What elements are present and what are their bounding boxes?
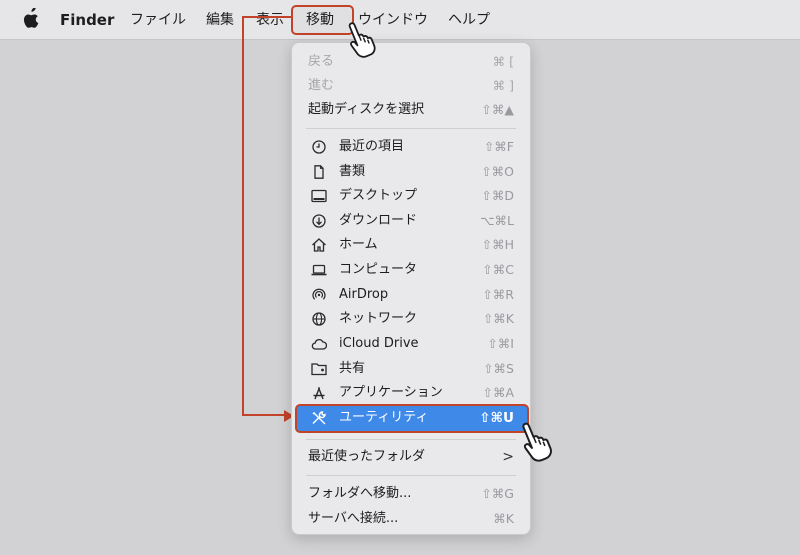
clock-icon [312,140,326,154]
shortcut: ⇧⌘H [481,237,514,252]
menu-item-forward: 進む ⌘ ] [292,74,530,98]
home-icon [312,238,326,252]
shortcut: ⇧⌘R [482,287,514,302]
shared-folder-icon [311,363,327,376]
menu-item-desktop[interactable]: デスクトップ ⇧⌘D [292,184,530,208]
callout-connector [242,16,292,416]
shortcut: ⌘ ] [492,78,514,93]
menu-item-home[interactable]: ホーム ⇧⌘H [292,233,530,257]
applications-icon [313,387,325,400]
menu-item-airdrop[interactable]: AirDrop ⇧⌘R [292,283,530,307]
menu-item-startup-disk[interactable]: 起動ディスクを選択 ⇧⌘▲ [292,98,530,122]
menu-separator [306,128,516,129]
laptop-icon [311,264,327,276]
shortcut: ⇧⌘G [481,486,514,501]
menu-item-utilities[interactable]: ユーティリティ ⇧⌘U [292,406,530,430]
pointing-hand-icon [522,422,552,462]
document-icon [314,165,324,179]
globe-icon [312,312,326,326]
menu-item-recents[interactable]: 最近の項目 ⇧⌘F [292,135,530,159]
chevron-right-icon: > [502,449,514,465]
shortcut: ⇧⌘F [483,139,514,154]
shortcut: ⌘K [493,511,514,526]
menu-item-connect-to-server[interactable]: サーバへ接続... ⌘K [292,507,530,531]
menu-item-shared[interactable]: 共有 ⇧⌘S [292,357,530,381]
menu-edit[interactable]: 編集 [206,8,234,32]
menu-help[interactable]: ヘルプ [448,8,490,32]
shortcut: ⇧⌘I [487,336,514,351]
shortcut: ⇧⌘U [479,410,514,426]
menu-item-network[interactable]: ネットワーク ⇧⌘K [292,307,530,331]
go-menu-dropdown: 戻る ⌘ [ 進む ⌘ ] 起動ディスクを選択 ⇧⌘▲ 最近の項目 ⇧⌘F 書類… [291,42,531,535]
shortcut: ⌥⌘L [480,213,514,228]
apple-icon[interactable] [22,8,40,30]
menu-bar: Finder ファイル 編集 表示 移動 ウインドウ ヘルプ [0,0,800,40]
shortcut: ⇧⌘S [483,361,514,376]
shortcut: ⇧⌘K [482,311,514,326]
cloud-icon [311,338,327,350]
pointing-hand-icon [348,22,376,58]
airdrop-icon [312,288,326,300]
shortcut: ⇧⌘▲ [481,102,514,117]
menu-separator [306,439,516,440]
shortcut: ⇧⌘C [482,262,514,277]
menu-item-documents[interactable]: 書類 ⇧⌘O [292,160,530,184]
menu-item-back: 戻る ⌘ [ [292,50,530,74]
menu-item-applications[interactable]: アプリケーション ⇧⌘A [292,381,530,405]
shortcut: ⌘ [ [492,54,514,69]
menu-separator [306,475,516,476]
menu-item-icloud-drive[interactable]: iCloud Drive ⇧⌘I [292,332,530,356]
menu-item-recent-folders[interactable]: 最近使ったフォルダ > [292,445,530,469]
menu-item-computer[interactable]: コンピュータ ⇧⌘C [292,258,530,282]
utilities-icon [312,411,326,425]
menu-file[interactable]: ファイル [130,8,186,32]
shortcut: ⇧⌘O [481,164,514,179]
menu-go[interactable]: 移動 [306,8,334,32]
menu-finder[interactable]: Finder [60,8,114,32]
shortcut: ⇧⌘A [482,385,514,400]
menu-item-go-to-folder[interactable]: フォルダへ移動... ⇧⌘G [292,482,530,506]
shortcut: ⇧⌘D [481,188,514,203]
menu-item-downloads[interactable]: ダウンロード ⌥⌘L [292,209,530,233]
download-icon [312,214,326,228]
desktop-icon [311,189,327,203]
